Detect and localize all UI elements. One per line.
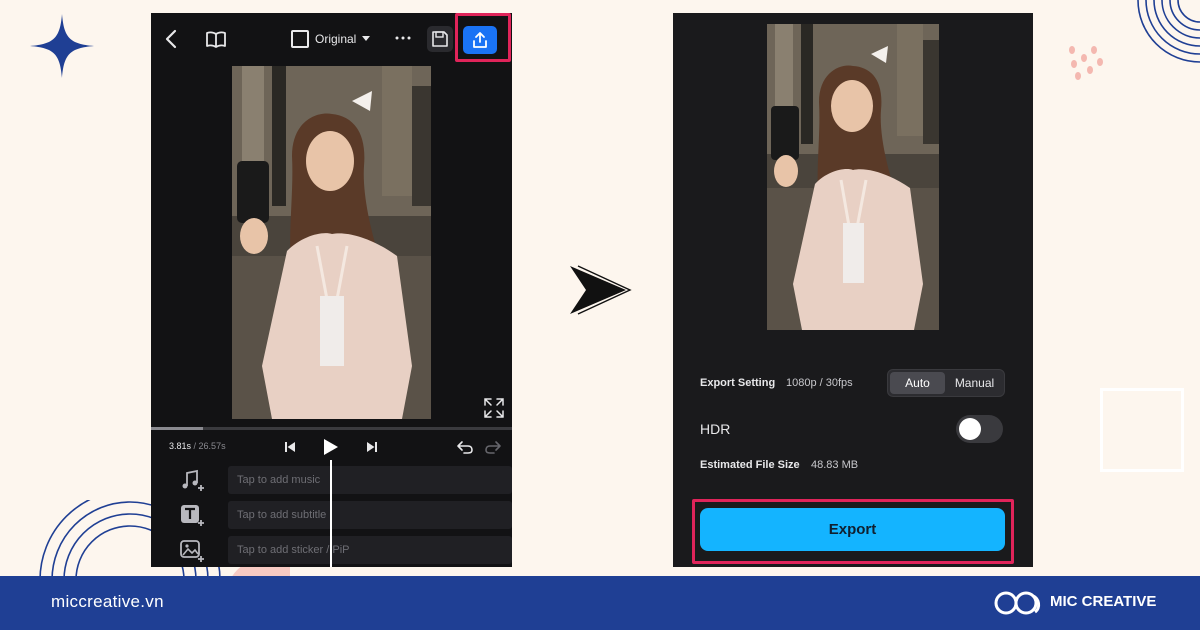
aspect-ratio-label: Original <box>315 32 357 46</box>
brand-name: MIC CREATIVE <box>1050 593 1157 610</box>
footer-bar: miccreative.vn MIC CREATIVE <box>0 576 1200 630</box>
video-preview <box>232 66 431 419</box>
undo-button[interactable] <box>454 437 476 457</box>
mode-auto-button[interactable]: Auto <box>890 372 945 394</box>
more-horizontal-icon <box>395 36 411 40</box>
current-time: 3.81s <box>169 441 192 451</box>
sticker-track-field[interactable]: Tap to add sticker / PiP <box>228 536 512 564</box>
export-setting-label: Export Setting <box>700 377 776 389</box>
export-button[interactable]: Export <box>700 508 1005 551</box>
expand-arrows-icon <box>484 398 504 418</box>
website-url[interactable]: miccreative.vn <box>51 592 164 612</box>
book-open-icon <box>206 31 226 48</box>
text-add-icon <box>181 505 204 526</box>
music-add-icon <box>182 469 204 491</box>
decorative-square-outline <box>1100 388 1184 472</box>
editor-top-bar: Original <box>151 13 512 65</box>
mic-creative-logo-icon <box>994 591 1041 615</box>
next-frame-button[interactable] <box>363 438 381 456</box>
export-setting-value: 1080p / 30fps <box>786 377 853 389</box>
sticker-add-icon <box>180 540 204 562</box>
total-duration: / 26.57s <box>193 441 226 451</box>
redo-icon <box>485 441 501 454</box>
caret-down-icon <box>362 36 371 41</box>
mode-manual-button[interactable]: Manual <box>947 372 1002 394</box>
add-sticker-button[interactable] <box>179 538 205 564</box>
sparkle-star-icon <box>30 14 94 78</box>
save-draft-button[interactable] <box>427 26 453 52</box>
skip-forward-icon <box>367 442 377 452</box>
decorative-dots <box>1069 46 1103 80</box>
undo-icon <box>457 441 473 454</box>
chevron-left-icon <box>165 29 177 49</box>
editor-screen: Original 3.81s / 26.57s Tap to add music… <box>151 13 512 567</box>
hdr-toggle-knob <box>959 418 981 440</box>
redo-button[interactable] <box>482 437 504 457</box>
highlight-box-share <box>455 13 511 62</box>
skip-back-icon <box>285 442 295 452</box>
export-mode-toggle: Auto Manual <box>887 369 1005 397</box>
previous-frame-button[interactable] <box>281 438 299 456</box>
progress-fill <box>151 427 203 430</box>
add-music-button[interactable] <box>179 468 205 494</box>
file-size-label: Estimated File Size <box>700 459 800 471</box>
tutorial-button[interactable] <box>203 26 229 52</box>
add-subtitle-button[interactable] <box>179 503 205 529</box>
export-video-preview <box>767 24 939 330</box>
subtitle-track-field[interactable]: Tap to add subtitle <box>228 501 512 529</box>
aspect-ratio-dropdown[interactable]: Original <box>291 26 371 52</box>
export-screen: Export Setting 1080p / 30fps Auto Manual… <box>673 13 1033 567</box>
fullscreen-button[interactable] <box>483 397 505 419</box>
time-readout: 3.81s / 26.57s <box>169 441 226 451</box>
aspect-ratio-icon <box>291 30 309 48</box>
more-options-button[interactable] <box>391 25 415 51</box>
play-button[interactable] <box>320 435 342 459</box>
arrow-right-icon <box>570 265 632 315</box>
hdr-label: HDR <box>700 421 731 437</box>
play-icon <box>324 439 338 455</box>
back-button[interactable] <box>159 25 183 53</box>
music-track-field[interactable]: Tap to add music <box>228 466 512 494</box>
hdr-toggle[interactable] <box>956 415 1003 443</box>
floppy-disk-icon <box>432 31 448 47</box>
playhead[interactable] <box>330 460 332 567</box>
progress-track[interactable] <box>151 427 512 430</box>
file-size-value: 48.83 MB <box>811 459 859 471</box>
